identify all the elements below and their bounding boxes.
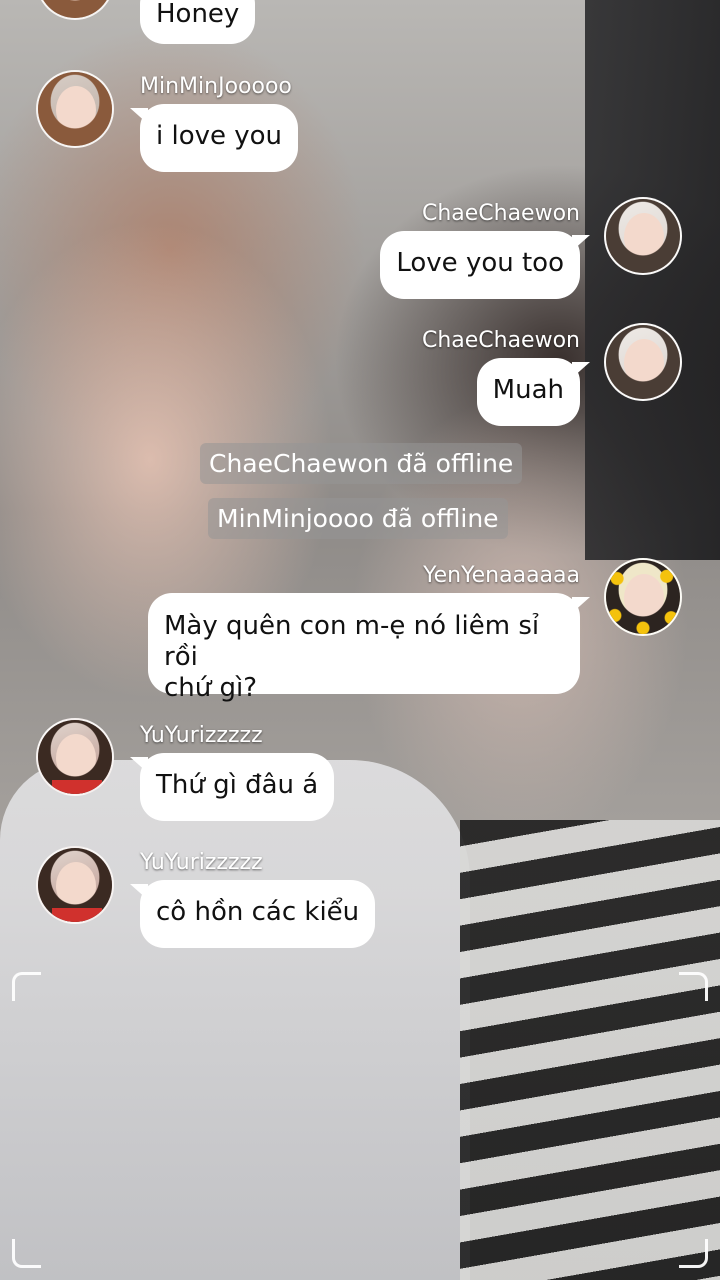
frame-corner-top-left (12, 972, 41, 1001)
minmin-avatar[interactable] (36, 0, 114, 20)
frame-corner-top-right (679, 972, 708, 1001)
message-bubble[interactable]: Love you too (380, 231, 590, 299)
sender-name: YenYenaaaaaa (423, 563, 580, 588)
frame-corner-bottom-right (679, 1239, 708, 1268)
sender-name: ChaeChaewon (421, 328, 580, 353)
message-bubble[interactable]: i love you (129, 104, 299, 172)
frame-corner-bottom-left (12, 1239, 41, 1268)
yen-avatar[interactable] (604, 558, 682, 636)
sender-name: MinMinJooooo (140, 74, 292, 99)
message-bubble[interactable]: Thứ gì đâu á (129, 753, 335, 821)
message-bubble[interactable]: Mày quên con m-ẹ nó liêm sỉ rồi chứ gì? (148, 593, 590, 703)
chae-avatar[interactable] (604, 197, 682, 275)
message-bubble[interactable]: Muah (476, 358, 591, 426)
yuri-avatar[interactable] (36, 718, 114, 796)
offline-notice: ChaeChaewon đã offline (200, 443, 523, 484)
chae-avatar[interactable] (604, 323, 682, 401)
minmin-avatar[interactable] (36, 70, 114, 148)
offline-notice: MinMinjoooo đã offline (208, 498, 508, 539)
message-text-line: chứ gì? (164, 673, 258, 703)
message-bubble[interactable]: cô hồn các kiểu (129, 880, 376, 948)
sender-name: YuYurizzzzz (140, 850, 263, 875)
sender-name: YuYurizzzzz (140, 723, 263, 748)
message-text-line: Mày quên con m-ẹ nó liêm sỉ rồi (164, 611, 540, 672)
sender-name: ChaeChaewon (421, 201, 580, 226)
yuri-avatar[interactable] (36, 846, 114, 924)
message-bubble[interactable]: Honey (140, 0, 256, 44)
